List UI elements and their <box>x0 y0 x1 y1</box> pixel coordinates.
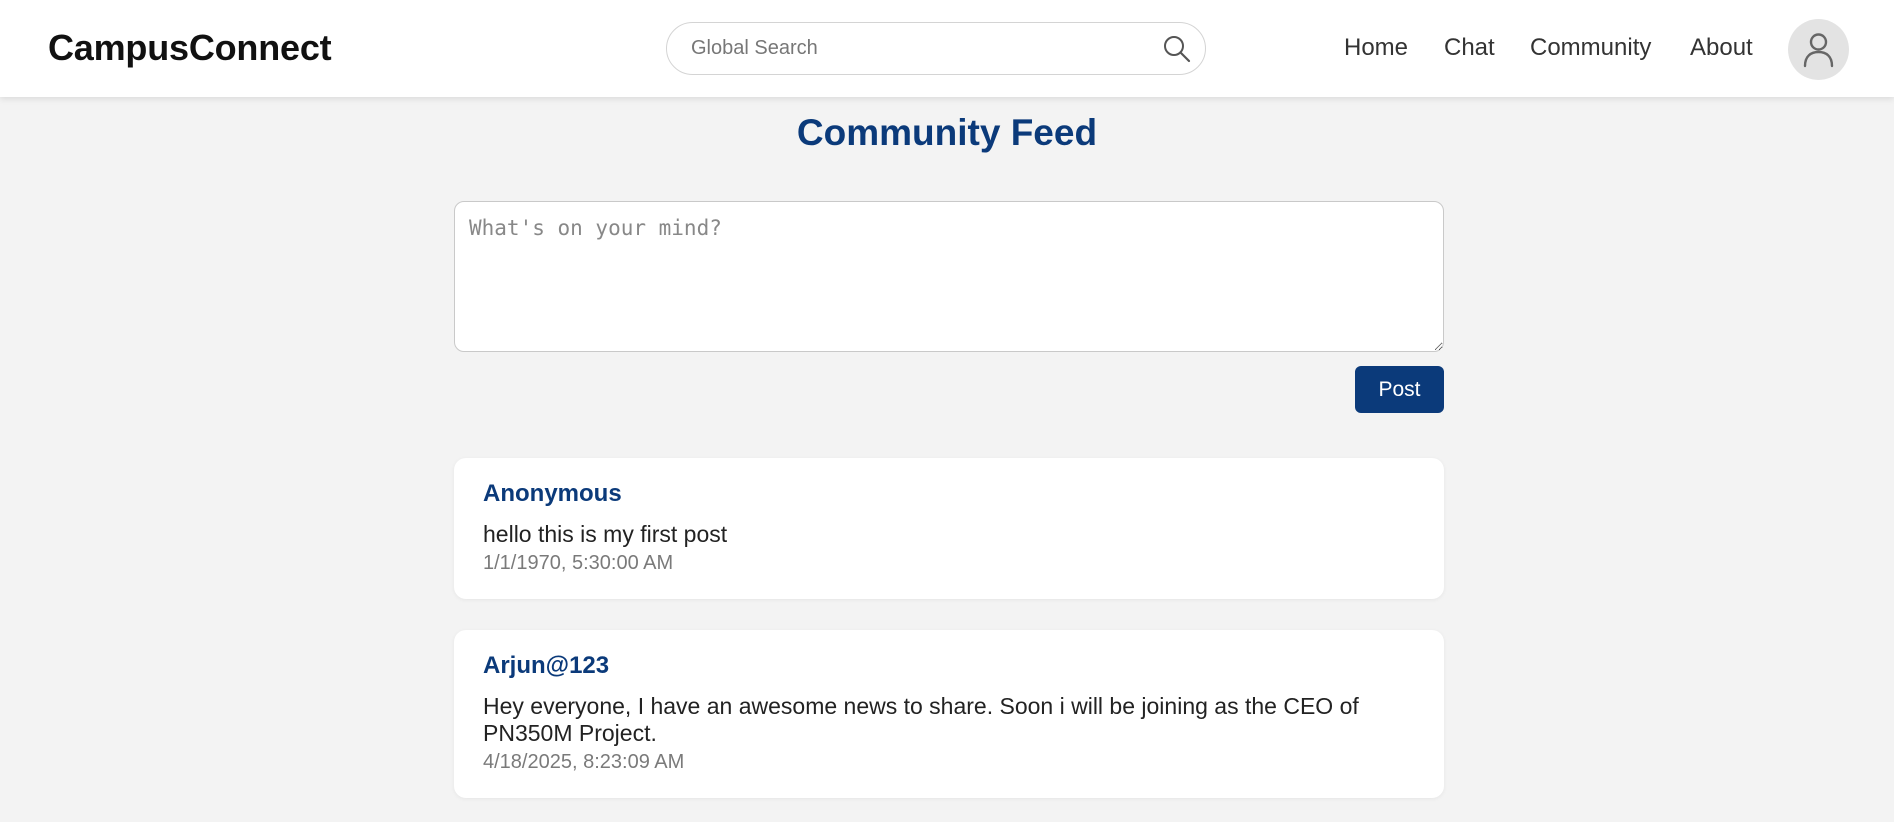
post-composer-textarea[interactable] <box>454 201 1444 352</box>
top-navbar: CampusConnect Home Chat Community About <box>0 0 1894 97</box>
post-author[interactable]: Anonymous <box>483 480 1415 508</box>
post-timestamp: 4/18/2025, 8:23:09 AM <box>483 751 685 773</box>
post-author[interactable]: Arjun@123 <box>483 652 1415 680</box>
search-input[interactable] <box>691 23 1131 74</box>
post-body: hello this is my first post <box>483 521 728 547</box>
post-body: Hey everyone, I have an awesome news to … <box>483 693 1359 746</box>
feed-post: Arjun@123 Hey everyone, I have an awesom… <box>454 630 1444 798</box>
user-avatar-button[interactable] <box>1788 19 1849 80</box>
nav-link-community[interactable]: Community <box>1530 34 1651 62</box>
feed-post: Anonymous hello this is my first post 1/… <box>454 458 1444 599</box>
post-timestamp: 1/1/1970, 5:30:00 AM <box>483 552 674 574</box>
page-title: Community Feed <box>796 112 1098 153</box>
post-button[interactable]: Post <box>1355 366 1444 413</box>
nav-link-chat[interactable]: Chat <box>1444 34 1495 62</box>
nav-link-about[interactable]: About <box>1690 34 1753 62</box>
nav-link-home[interactable]: Home <box>1344 34 1408 62</box>
user-icon <box>1803 33 1834 68</box>
search-icon[interactable] <box>1161 33 1193 65</box>
global-search-box[interactable] <box>666 22 1206 75</box>
brand-logo[interactable]: CampusConnect <box>48 27 332 69</box>
